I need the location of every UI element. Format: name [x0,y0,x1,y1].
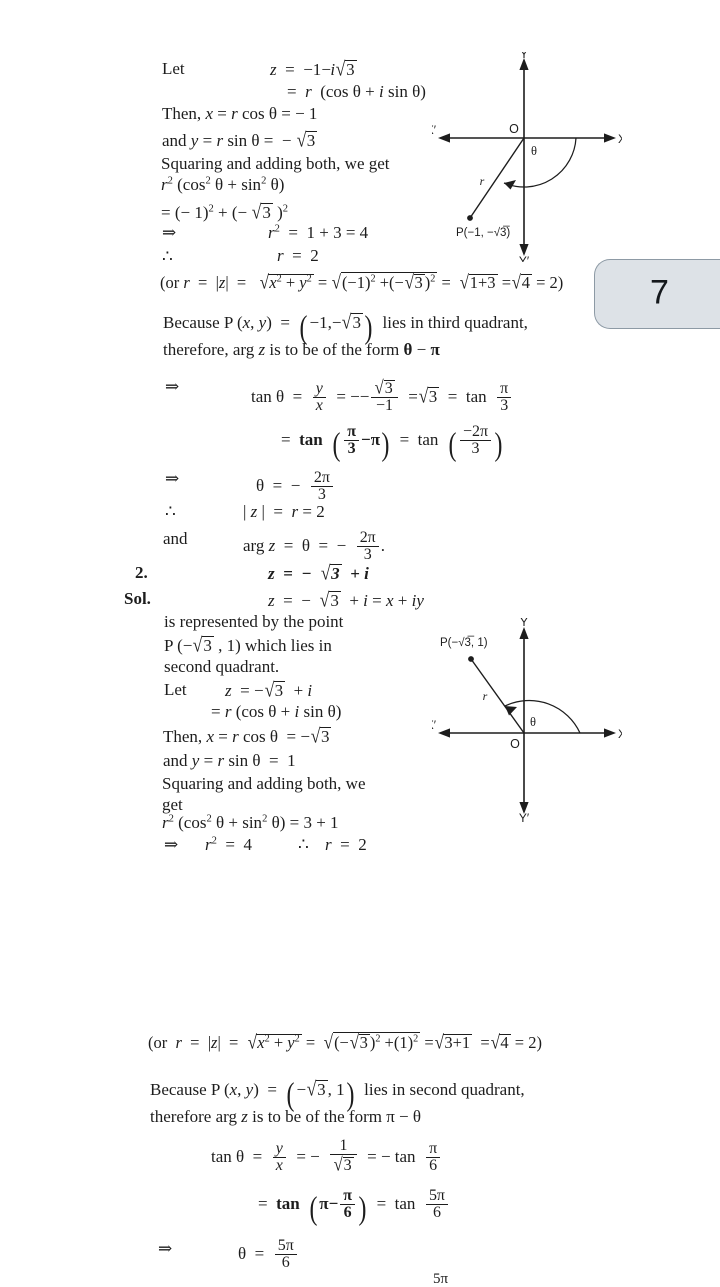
modulus-check-1: (or r = |z| = √x2 + y2 = √(−1)2 +(−√3)2 … [160,272,564,294]
r-value-2: r = 2 [325,835,367,854]
page-number-tab: 7 [594,259,720,329]
svg-text:X′: X′ [432,123,437,137]
r2-identity-1: r2 (cos2 θ + sin2 θ) [161,175,285,194]
theta-value-1: θ = − 2π 3 [256,469,335,504]
implies-symbol-1b: ⇒ [165,377,180,396]
therefore-line-1: therefore, arg z is to be of the form θ … [163,340,440,359]
modulus-check-2: (or r = |z| = √x2 + y2 = √(−√3)2 +(1)2 =… [148,1032,542,1054]
svg-text:r: r [480,174,485,188]
squaring-line-2a: Squaring and adding both, we [162,774,366,793]
therefore-symbol-1a: ∴ [162,247,173,266]
tan-theta-2: tan θ = yx = − 1 √3 = − tan π6 [211,1137,442,1175]
point-line-2: P (−√3 , 1) which lies in [164,634,332,657]
because-line-1: Because P (x, y) = (−1,−√3) lies in thir… [163,308,528,346]
arg-value-1: arg z = θ = − 2π 3. [243,529,385,564]
then-x-1: Then, x = r cos θ = − 1 [162,104,318,123]
therefore-symbol-1b: ∴ [165,502,176,521]
squaring-line-1: Squaring and adding both, we get [161,154,390,173]
argand-diagram-third-quadrant: Y Y′ X X′ O θ r P(−1, −√3̅) [432,52,622,262]
expansion-1: = (− 1)2 + (− √3 )2 [161,201,289,224]
svg-text:O: O [509,122,519,136]
svg-text:θ: θ [530,715,536,729]
implies-symbol-1a: ⇒ [162,223,177,242]
let-z-2: z = −√3 + i [225,679,313,702]
svg-text:r: r [483,689,488,703]
modulus-value-1: | z | = r = 2 [243,502,325,521]
solution-2-label: Sol. [124,589,151,608]
and-y-1: and y = r sin θ = − √3 [162,129,318,152]
svg-text:X: X [618,132,622,146]
svg-text:Y: Y [520,618,528,629]
question-2-number: 2. [135,563,148,582]
tan-theta-1: tan θ = yx = −− √3 −1 =√3 = tan π3 [251,378,513,415]
tan-expand-1: = tan (π 3 −π) = tan (−2π 3) [281,423,503,464]
because-line-2: Because P (x, y) = (−√3, 1) lies in seco… [150,1075,525,1113]
argand-diagram-second-quadrant: Y Y′ X X′ O θ r P(−√3̅, 1) [432,618,622,823]
theta-value-2: θ = 5π 6 [238,1237,299,1272]
therefore-line-2: therefore arg z is to be of the form π −… [150,1107,422,1126]
svg-text:Y′: Y′ [519,254,530,262]
and-label-1: and [163,529,188,548]
let-label-2: Let [164,680,187,699]
r2-identity-2: r2 (cos2 θ + sin2 θ) = 3 + 1 [162,813,339,832]
and-y-2: and y = r sin θ = 1 [163,751,296,770]
then-x-2: Then, x = r cos θ = −√3 [163,725,332,748]
svg-text:O: O [510,737,520,751]
svg-text:P(−1, −√3̅): P(−1, −√3̅) [456,226,510,239]
svg-text:P(−√3̅, 1): P(−√3̅, 1) [440,636,488,649]
tan-expand-2: = tan (π− π 6) = tan 5π 6 [258,1187,450,1225]
implies-symbol-2b: ⇒ [158,1239,173,1258]
represented-line-2: is represented by the point [164,612,344,631]
quadrant-line-2: second quadrant. [164,657,280,676]
svg-text:Y: Y [520,52,528,61]
squaring-line-2b: get [162,795,183,814]
svg-text:Y′: Y′ [519,811,530,823]
svg-text:X′: X′ [432,718,437,732]
implies-symbol-2a: ⇒ [164,835,179,854]
r2-value-2: r2 = 4 [205,835,252,854]
question-2-statement: z = − √3 + i [268,562,369,585]
implies-symbol-1c: ⇒ [165,469,180,488]
z-value-1: z = −1−i√3 [270,58,357,81]
let-label-1: Let [162,59,185,78]
z-polar-1: = r (cos θ + i sin θ) [287,82,426,101]
z-eq-2: z = − √3 + i = x + iy [268,589,424,612]
therefore-symbol-2a: ∴ [298,835,309,854]
svg-text:θ: θ [531,144,537,158]
r-value-1: r = 2 [277,246,319,265]
textbook-page: 7 Let z = −1−i√3 = r (cos θ + i sin θ) T… [0,0,720,1287]
svg-text:X: X [618,727,622,741]
r2-value-1: r2 = 1 + 3 = 4 [268,223,369,242]
page-number-label: 7 [650,273,669,312]
z-polar-2: = r (cos θ + i sin θ) [211,702,342,721]
